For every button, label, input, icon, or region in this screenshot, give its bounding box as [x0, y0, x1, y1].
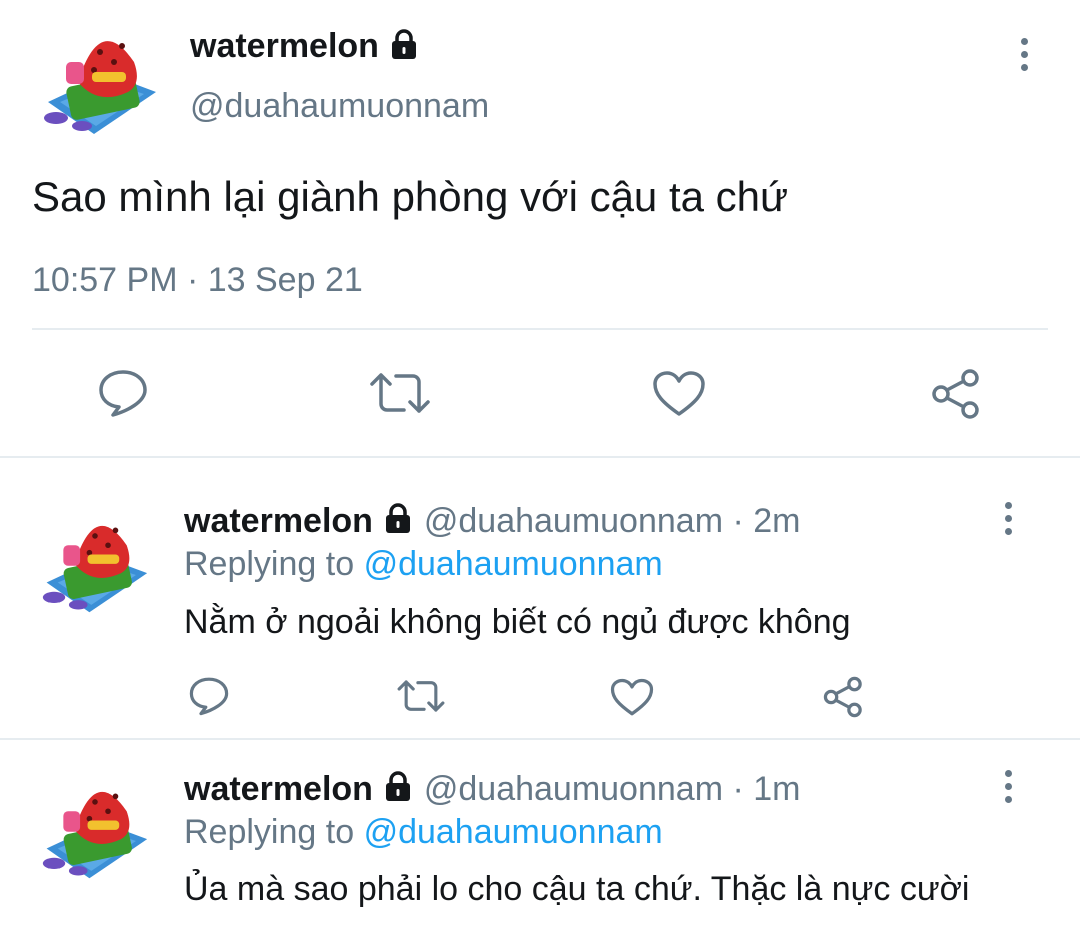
more-options-icon[interactable] — [998, 770, 1018, 809]
more-options-icon[interactable] — [998, 502, 1018, 541]
handle-time[interactable]: @duahaumuonnam · 2m — [424, 502, 801, 540]
avatar[interactable] — [38, 22, 162, 138]
reply-text: Nằm ở ngoải không biết có ngủ được không — [184, 603, 851, 641]
handle-time[interactable]: @duahaumuonnam · 1m — [424, 770, 801, 808]
like-button[interactable] — [652, 370, 706, 418]
share-button[interactable] — [930, 368, 984, 420]
retweet-icon — [370, 373, 430, 413]
tweet-text: Sao mình lại giành phòng với cậu ta chứ — [32, 173, 789, 220]
lock-icon — [382, 502, 414, 544]
like-icon — [653, 371, 705, 416]
retweet-icon — [397, 680, 445, 712]
replying-to: Replying to @duahaumuonnam — [184, 543, 663, 585]
display-name[interactable]: watermelon — [184, 770, 373, 808]
lock-icon — [382, 770, 414, 812]
reply-icon — [99, 370, 147, 417]
section-divider — [0, 456, 1080, 458]
replying-to-label: Replying to — [184, 813, 355, 851]
reply-header: watermelon @duahaumuonnam · 1m — [184, 768, 800, 812]
replying-to-label: Replying to — [184, 545, 355, 583]
more-options-icon[interactable] — [1014, 38, 1034, 77]
replying-to-link[interactable]: @duahaumuonnam — [364, 813, 663, 851]
share-icon — [823, 676, 862, 718]
retweet-button[interactable] — [396, 678, 446, 714]
reply-button[interactable] — [188, 676, 230, 716]
avatar[interactable] — [36, 774, 154, 882]
handle[interactable]: @duahaumuonnam — [190, 86, 489, 126]
like-button[interactable] — [610, 678, 654, 717]
reply-icon — [189, 677, 229, 716]
timestamp-divider — [32, 328, 1048, 330]
replying-to-link[interactable]: @duahaumuonnam — [364, 545, 663, 583]
reply-text: Ủa mà sao phải lo cho cậu ta chứ. Thặc l… — [184, 870, 970, 908]
lock-icon — [388, 28, 420, 69]
share-icon — [932, 369, 979, 419]
tweet-timestamp[interactable]: 10:57 PM · 13 Sep 21 — [32, 260, 363, 300]
avatar[interactable] — [36, 508, 154, 616]
reply-button[interactable] — [97, 368, 149, 418]
display-name[interactable]: watermelon — [190, 26, 420, 69]
retweet-button[interactable] — [368, 370, 432, 416]
reply-header: watermelon @duahaumuonnam · 2m — [184, 500, 800, 544]
replying-to: Replying to @duahaumuonnam — [184, 811, 663, 853]
share-button[interactable] — [822, 676, 866, 718]
display-name[interactable]: watermelon — [184, 502, 373, 540]
section-divider — [0, 738, 1080, 740]
like-icon — [610, 678, 654, 716]
